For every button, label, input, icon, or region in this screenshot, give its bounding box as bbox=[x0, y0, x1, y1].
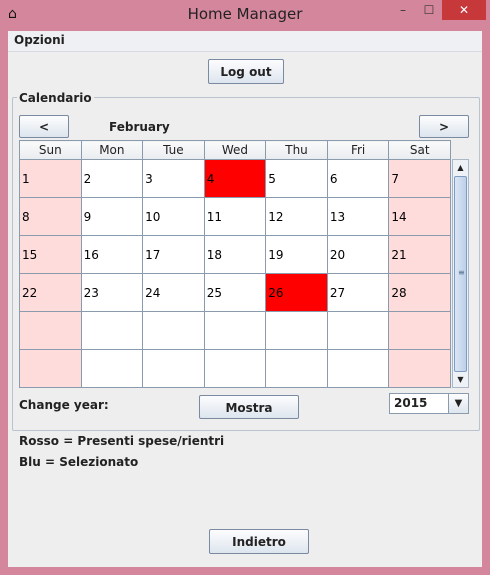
grip-icon: ≡ bbox=[458, 268, 465, 277]
legend-blue: Blu = Selezionato bbox=[19, 455, 139, 469]
calendar-week-row: 15 16 17 18 19 20 21 bbox=[19, 235, 451, 274]
day-cell[interactable]: 23 bbox=[80, 273, 144, 312]
day-cell-empty[interactable] bbox=[80, 311, 144, 350]
prev-month-button[interactable]: < bbox=[19, 115, 69, 138]
day-cell-empty[interactable] bbox=[80, 349, 144, 388]
scrollbar-thumb[interactable]: ≡ bbox=[454, 176, 467, 372]
calendar-week-row: 22 23 24 25 26 27 28 bbox=[19, 273, 451, 312]
header-mon: Mon bbox=[80, 140, 144, 160]
calendar-week-row: 8 9 10 11 12 13 14 bbox=[19, 197, 451, 236]
day-cell-empty[interactable] bbox=[19, 349, 82, 388]
legend-red: Rosso = Presenti spese/rientri bbox=[19, 434, 225, 448]
day-cell[interactable]: 9 bbox=[80, 197, 144, 236]
day-cell-empty[interactable] bbox=[265, 349, 328, 388]
day-cell[interactable]: 16 bbox=[80, 235, 144, 274]
month-label: February bbox=[109, 120, 170, 134]
day-cell[interactable]: 11 bbox=[203, 197, 267, 236]
close-button[interactable]: ✕ bbox=[442, 0, 486, 20]
title-bar: ⌂ Home Manager – ☐ ✕ bbox=[0, 0, 490, 30]
logout-button[interactable]: Log out bbox=[208, 59, 284, 84]
day-cell[interactable]: 3 bbox=[142, 159, 205, 198]
day-cell-highlighted[interactable]: 4 bbox=[203, 159, 267, 198]
day-cell[interactable]: 2 bbox=[80, 159, 144, 198]
content-pane: Opzioni Log out Calendario < February > … bbox=[8, 31, 482, 567]
calendar-week-row bbox=[19, 311, 451, 350]
day-cell[interactable]: 18 bbox=[203, 235, 267, 274]
day-cell[interactable]: 13 bbox=[326, 197, 390, 236]
day-cell[interactable]: 7 bbox=[388, 159, 451, 198]
maximize-button[interactable]: ☐ bbox=[416, 0, 442, 20]
calendar-scrollbar[interactable]: ▲ ≡ ▼ bbox=[452, 159, 469, 388]
day-cell[interactable]: 10 bbox=[142, 197, 205, 236]
day-cell[interactable]: 25 bbox=[203, 273, 267, 312]
app-window: ⌂ Home Manager – ☐ ✕ Opzioni Log out Cal… bbox=[0, 0, 490, 575]
indietro-button[interactable]: Indietro bbox=[209, 529, 309, 554]
day-cell-empty[interactable] bbox=[203, 349, 267, 388]
day-cell[interactable]: 22 bbox=[19, 273, 82, 312]
day-cell[interactable]: 17 bbox=[142, 235, 205, 274]
menu-bar: Opzioni bbox=[8, 31, 482, 52]
day-cell[interactable]: 21 bbox=[388, 235, 451, 274]
day-cell[interactable]: 27 bbox=[326, 273, 390, 312]
day-cell[interactable]: 14 bbox=[388, 197, 451, 236]
day-cell[interactable]: 5 bbox=[265, 159, 328, 198]
header-sat: Sat bbox=[388, 140, 451, 160]
year-select-value: 2015 bbox=[394, 396, 428, 410]
scroll-up-arrow-icon[interactable]: ▲ bbox=[453, 160, 468, 175]
calendar-table: Sun Mon Tue Wed Thu Fri Sat 1 2 3 4 5 6 bbox=[19, 140, 451, 388]
header-tue: Tue bbox=[142, 140, 205, 160]
chevron-down-icon[interactable]: ▼ bbox=[448, 394, 468, 413]
change-year-label: Change year: bbox=[19, 398, 109, 412]
calendar-week-row bbox=[19, 349, 451, 388]
day-cell[interactable]: 28 bbox=[388, 273, 451, 312]
header-wed: Wed bbox=[203, 140, 267, 160]
day-cell-empty[interactable] bbox=[388, 311, 451, 350]
menu-opzioni[interactable]: Opzioni bbox=[14, 33, 65, 47]
day-cell[interactable]: 24 bbox=[142, 273, 205, 312]
scroll-down-arrow-icon[interactable]: ▼ bbox=[453, 372, 468, 387]
day-cell-empty[interactable] bbox=[326, 349, 390, 388]
mostra-button[interactable]: Mostra bbox=[199, 395, 299, 419]
day-cell[interactable]: 12 bbox=[265, 197, 328, 236]
day-cell-empty[interactable] bbox=[265, 311, 328, 350]
calendar-header-row: Sun Mon Tue Wed Thu Fri Sat bbox=[19, 140, 451, 160]
next-month-button[interactable]: > bbox=[419, 115, 469, 138]
header-sun: Sun bbox=[19, 140, 82, 160]
day-cell[interactable]: 1 bbox=[19, 159, 82, 198]
day-cell-empty[interactable] bbox=[142, 349, 205, 388]
day-cell[interactable]: 19 bbox=[265, 235, 328, 274]
calendar-group-title: Calendario bbox=[17, 91, 94, 105]
day-cell-empty[interactable] bbox=[388, 349, 451, 388]
header-thu: Thu bbox=[265, 140, 328, 160]
day-cell[interactable]: 8 bbox=[19, 197, 82, 236]
day-cell[interactable]: 15 bbox=[19, 235, 82, 274]
minimize-button[interactable]: – bbox=[390, 0, 416, 20]
day-cell[interactable]: 6 bbox=[326, 159, 390, 198]
day-cell-empty[interactable] bbox=[203, 311, 267, 350]
day-cell-empty[interactable] bbox=[142, 311, 205, 350]
day-cell-highlighted[interactable]: 26 bbox=[265, 273, 328, 312]
header-fri: Fri bbox=[326, 140, 390, 160]
day-cell-empty[interactable] bbox=[326, 311, 390, 350]
year-select[interactable]: 2015 ▼ bbox=[389, 393, 469, 414]
calendar-week-row: 1 2 3 4 5 6 7 bbox=[19, 159, 451, 198]
day-cell[interactable]: 20 bbox=[326, 235, 390, 274]
day-cell-empty[interactable] bbox=[19, 311, 82, 350]
